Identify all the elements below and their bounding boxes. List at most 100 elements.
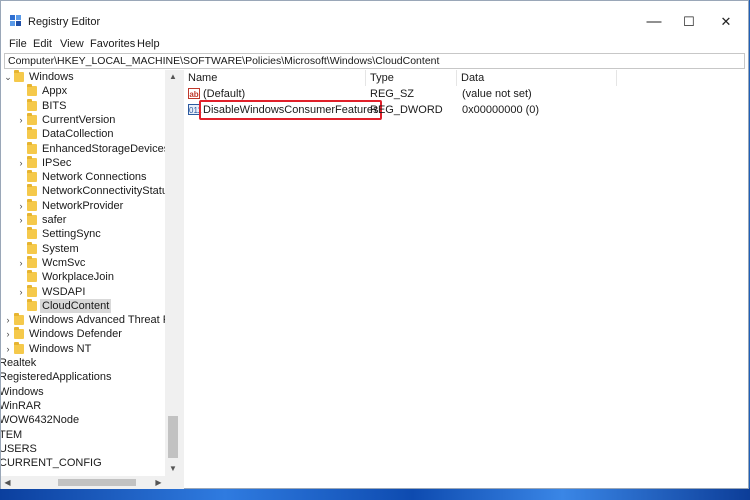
tree-item[interactable]: › Windows NT xyxy=(1,341,165,356)
menu-view[interactable]: View xyxy=(60,38,84,50)
menu-edit[interactable]: Edit xyxy=(33,38,52,50)
tree-item[interactable]: WinRAR xyxy=(1,399,165,413)
tree-item[interactable]: › WSDAPI xyxy=(1,284,165,299)
tree-item[interactable]: RegisteredApplications xyxy=(1,370,165,384)
folder-icon xyxy=(27,255,37,268)
title-bar[interactable]: Registry Editor — ☐ ✕ xyxy=(1,1,748,35)
folder-icon xyxy=(14,327,24,340)
folder-icon xyxy=(27,155,37,168)
tree-item[interactable]: Windows xyxy=(1,385,165,399)
value-type: REG_DWORD xyxy=(370,104,443,116)
maximize-button[interactable]: ☐ xyxy=(671,10,707,34)
tree-item[interactable]: DataCollection xyxy=(1,127,165,141)
column-header-type[interactable]: Type xyxy=(366,70,457,86)
value-data: (value not set) xyxy=(462,88,532,100)
tree-item-label: CURRENT_CONFIG xyxy=(1,457,102,470)
folder-icon xyxy=(27,284,37,297)
tree-item[interactable]: NetworkConnectivityStatusIn xyxy=(1,184,181,198)
tree-item[interactable]: WorkplaceJoin xyxy=(1,270,165,284)
values-pane: Name Type Data ab (Default) REG_SZ (valu… xyxy=(184,70,748,488)
chevron-right-icon[interactable]: › xyxy=(17,213,25,227)
tree-item-label: RegisteredApplications xyxy=(1,371,112,384)
tree-item[interactable]: Appx xyxy=(1,84,165,98)
tree-item[interactable]: USERS xyxy=(1,442,165,456)
tree-item-label: TEM xyxy=(1,428,23,441)
scroll-up-icon[interactable]: ▲ xyxy=(165,70,181,84)
tree-item[interactable]: EnhancedStorageDevices xyxy=(1,141,169,156)
close-icon: ✕ xyxy=(720,14,732,29)
scroll-right-icon[interactable]: ▶ xyxy=(152,476,165,489)
value-name-highlighted: DisableWindowsConsumerFeatures xyxy=(199,100,383,120)
value-row-disablewindowsconsumerfeatures[interactable]: 011 DisableWindowsConsumerFeatures REG_D… xyxy=(184,100,748,120)
chevron-right-icon[interactable]: › xyxy=(4,327,12,341)
tree-item-label: WinRAR xyxy=(1,399,42,412)
scroll-down-icon[interactable]: ▼ xyxy=(165,462,181,476)
chevron-right-icon[interactable]: › xyxy=(4,342,12,356)
tree-item-label: Windows Advanced Threat Prote xyxy=(29,314,181,327)
folder-icon xyxy=(27,241,37,254)
chevron-down-icon[interactable]: ⌄ xyxy=(4,70,12,84)
registry-editor-window: Registry Editor — ☐ ✕ File Edit View Fav… xyxy=(0,0,749,489)
tree-horizontal-scrollbar[interactable]: ◀ ▶ xyxy=(1,476,165,489)
tree-item-label: USERS xyxy=(1,442,37,455)
tree-item-label: Windows Defender xyxy=(29,328,122,341)
folder-icon xyxy=(27,213,37,225)
tree-item[interactable]: TEM xyxy=(1,428,165,442)
maximize-icon: ☐ xyxy=(683,14,695,29)
tree-item[interactable]: › Windows Advanced Threat Prote xyxy=(1,313,181,327)
tree-item-label: IPSec xyxy=(42,156,72,169)
folder-icon xyxy=(14,70,24,82)
chevron-right-icon[interactable]: › xyxy=(17,156,25,170)
tree-item[interactable]: SettingSync xyxy=(1,227,165,241)
tree-item[interactable]: ⌄ Windows xyxy=(1,70,165,84)
minimize-button[interactable]: — xyxy=(636,10,672,34)
folder-icon xyxy=(27,227,37,240)
tree-item[interactable]: CURRENT_CONFIG xyxy=(1,456,165,470)
column-header-name[interactable]: Name xyxy=(184,70,366,86)
string-value-icon: ab xyxy=(188,88,200,99)
tree-item-label: Windows NT xyxy=(29,342,92,355)
key-tree[interactable]: ⌄ Windows Appx BITS › CurrentVersion DataColle… xyxy=(1,70,181,489)
tree-item-label: Realtek xyxy=(1,357,37,369)
tree-item[interactable]: CloudContent xyxy=(1,298,165,313)
chevron-right-icon[interactable]: › xyxy=(4,313,12,327)
tree-vertical-scrollbar[interactable]: ▲ ▼ xyxy=(165,70,181,476)
tree-item[interactable]: › Windows Defender xyxy=(1,327,165,341)
column-header-data[interactable]: Data xyxy=(457,70,617,86)
desktop-background xyxy=(0,488,750,500)
tree-item[interactable]: › NetworkProvider xyxy=(1,198,165,213)
tree-item-label: safer xyxy=(42,214,67,226)
chevron-right-icon[interactable]: › xyxy=(17,285,25,299)
folder-icon xyxy=(27,112,37,125)
folder-icon xyxy=(27,198,37,211)
tree-item[interactable]: System xyxy=(1,241,165,256)
tree-item-label: WSDAPI xyxy=(42,285,86,298)
menu-help[interactable]: Help xyxy=(137,38,160,50)
tree-item-label: CloudContent xyxy=(40,298,112,313)
tree-item[interactable]: WOW6432Node xyxy=(1,413,165,427)
chevron-right-icon[interactable]: › xyxy=(17,113,25,127)
chevron-right-icon[interactable]: › xyxy=(17,199,25,213)
scroll-left-icon[interactable]: ◀ xyxy=(1,476,14,489)
tree-item-label: Windows xyxy=(1,385,44,398)
tree-item[interactable]: › WcmSvc xyxy=(1,255,165,270)
tree-item[interactable]: BITS xyxy=(1,98,165,113)
tree-item-label: WorkplaceJoin xyxy=(42,271,114,284)
folder-icon xyxy=(14,341,24,354)
tree-item-label: DataCollection xyxy=(42,128,114,141)
menu-file[interactable]: File xyxy=(9,38,27,50)
tree-item[interactable]: › IPSec xyxy=(1,155,165,170)
chevron-right-icon[interactable]: › xyxy=(17,256,25,270)
tree-item[interactable]: Realtek xyxy=(1,356,165,370)
scroll-thumb[interactable] xyxy=(168,416,178,458)
minimize-icon: — xyxy=(646,13,662,30)
close-button[interactable]: ✕ xyxy=(708,10,744,34)
menu-favorites[interactable]: Favorites xyxy=(90,38,135,50)
tree-item[interactable]: › CurrentVersion xyxy=(1,112,165,127)
scroll-thumb-horizontal[interactable] xyxy=(58,479,136,486)
tree-item[interactable]: › safer xyxy=(1,213,165,227)
address-bar[interactable]: Computer\HKEY_LOCAL_MACHINE\SOFTWARE\Pol… xyxy=(4,53,745,69)
tree-item[interactable]: Network Connections xyxy=(1,170,165,184)
menu-bar: File Edit View Favorites Help xyxy=(1,35,748,53)
tree-item-label: System xyxy=(42,242,79,255)
